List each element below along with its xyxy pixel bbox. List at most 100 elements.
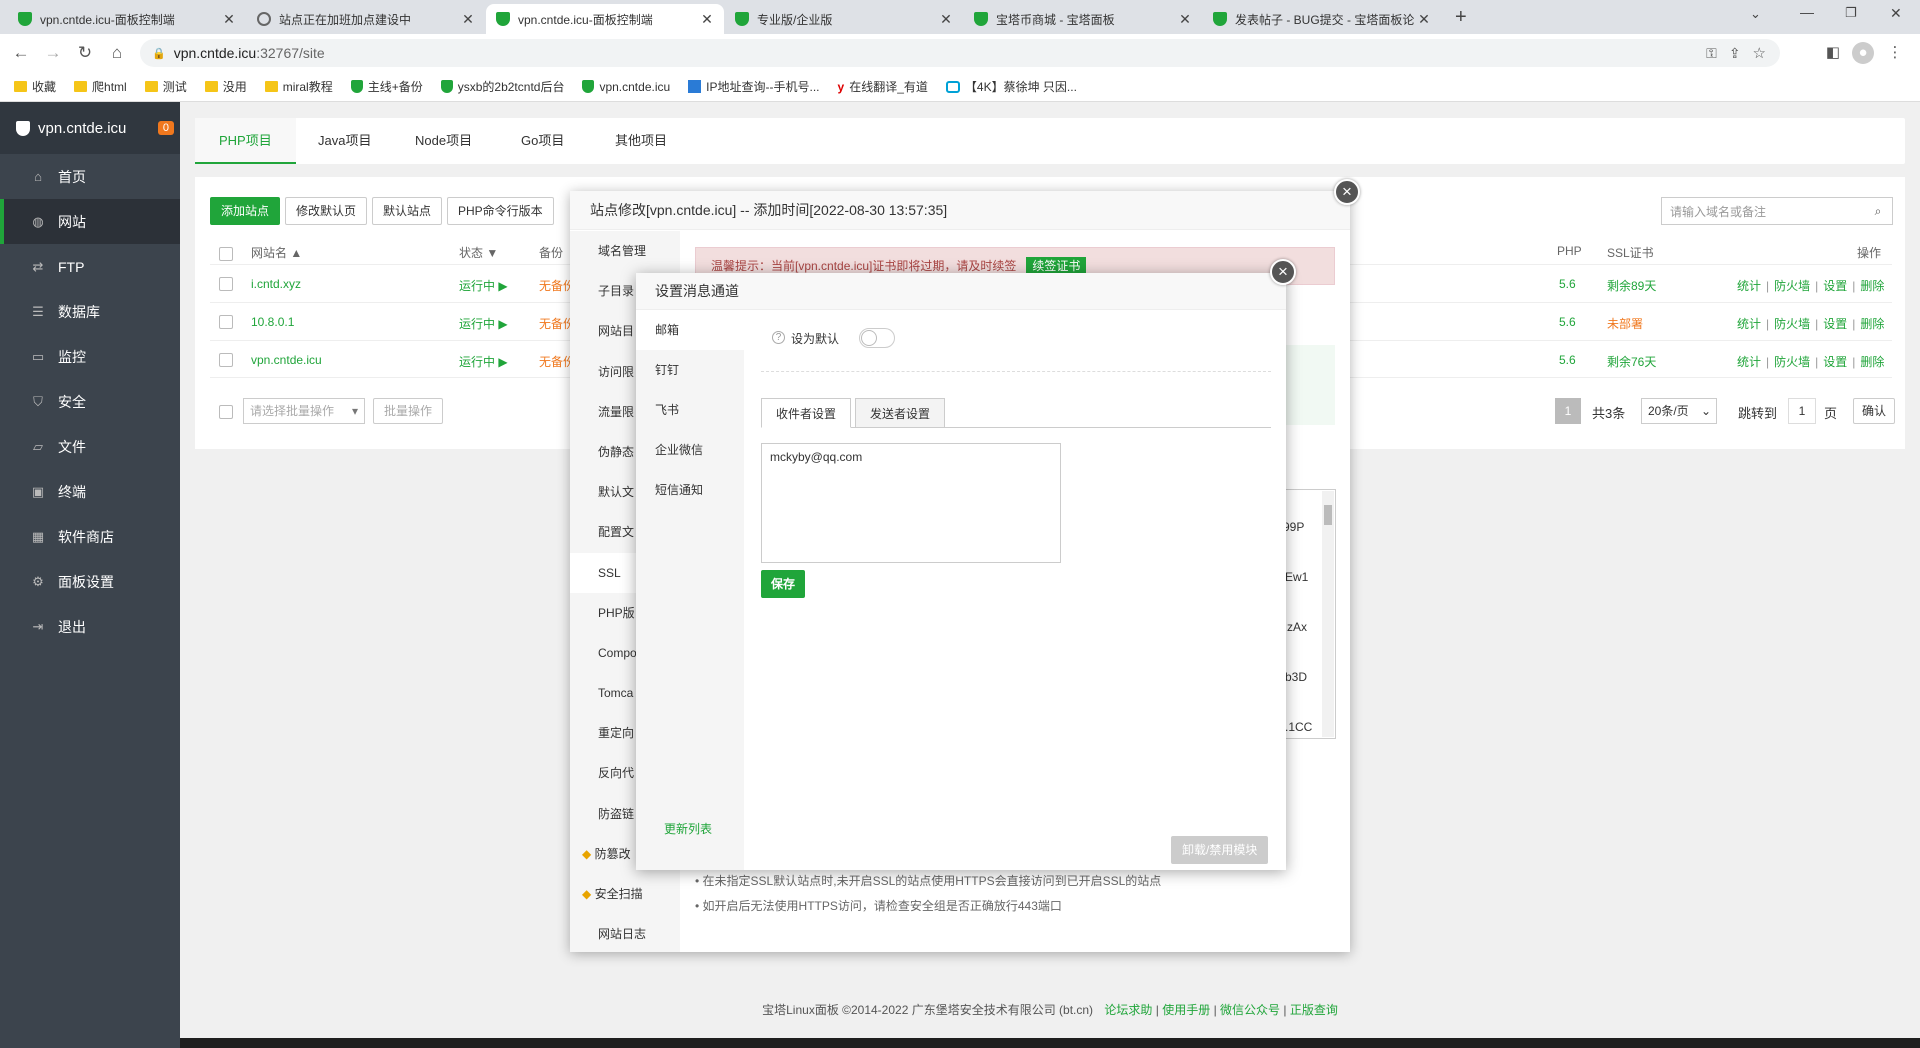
close-tab-icon[interactable]: ✕ (1417, 11, 1431, 28)
notification-badge[interactable]: 0 (157, 121, 174, 135)
site-php-version[interactable]: 5.6 (1559, 277, 1576, 291)
save-button[interactable]: 保存 (761, 570, 806, 598)
channel-email[interactable]: 邮箱 (636, 310, 744, 350)
add-site-button[interactable]: 添加站点 (210, 197, 281, 225)
browser-tab[interactable]: 宝塔币商城 - 宝塔面板 ✕ (964, 4, 1202, 34)
browser-tab-active[interactable]: vpn.cntde.icu-面板控制端 ✕ (486, 4, 724, 34)
settings-link[interactable]: 设置 (1823, 279, 1847, 293)
browser-tab[interactable]: 发表帖子 - BUG提交 - 宝塔面板论 ✕ (1203, 4, 1441, 34)
search-input[interactable]: 请输入域名或备注 ⌕ (1661, 197, 1893, 225)
delete-link[interactable]: 删除 (1860, 317, 1884, 331)
bookmark-item[interactable]: miral教程 (264, 78, 333, 95)
site-status[interactable]: 运行中 ▶ (459, 277, 508, 294)
pagination-current-page[interactable]: 1 (1555, 398, 1581, 424)
close-window-icon[interactable]: ✕ (1890, 5, 1902, 22)
footer-select-all-checkbox[interactable] (219, 405, 233, 419)
tab-php-projects[interactable]: PHP项目 (195, 118, 296, 164)
site-name-link[interactable]: 10.8.0.1 (251, 315, 294, 329)
close-site-modal-icon[interactable]: × (1334, 179, 1360, 205)
tab-node-projects[interactable]: Node项目 (391, 118, 496, 164)
browser-tab[interactable]: vpn.cntde.icu-面板控制端 ✕ (8, 4, 246, 34)
default-site-button[interactable]: 默认站点 (372, 197, 443, 225)
scrollbar-thumb[interactable] (1324, 505, 1332, 525)
stats-link[interactable]: 统计 (1737, 355, 1761, 369)
channel-dingtalk[interactable]: 钉钉 (636, 350, 744, 390)
forum-link[interactable]: 论坛求助 (1104, 1003, 1152, 1017)
close-tab-icon[interactable]: ✕ (1178, 11, 1192, 28)
site-php-version[interactable]: 5.6 (1559, 353, 1576, 367)
uninstall-module-button[interactable]: 卸载/禁用模块 (1171, 836, 1269, 864)
new-tab-button[interactable]: + (1455, 6, 1467, 29)
help-icon[interactable]: ? (772, 331, 785, 344)
site-status[interactable]: 运行中 ▶ (459, 315, 508, 332)
close-notify-modal-icon[interactable]: × (1270, 259, 1296, 285)
sidebar-item-website[interactable]: ◍ 网站 (0, 199, 180, 244)
row-checkbox[interactable] (219, 277, 233, 291)
restore-icon[interactable]: ❐ (1845, 5, 1857, 21)
search-icon[interactable]: ⌕ (1864, 204, 1892, 219)
bookmark-item[interactable]: IP地址查询--手机号... (688, 78, 820, 95)
url-input[interactable]: 🔒 vpn.cntde.icu:32767/site ⚿ ⇪ ☆ (140, 39, 1780, 67)
column-header-name[interactable]: 网站名 ▲ (251, 244, 302, 261)
tab-go-projects[interactable]: Go项目 (497, 118, 588, 164)
bookmark-item[interactable]: 测试 (144, 78, 187, 95)
sidebar-item-settings[interactable]: ⚙ 面板设置 (0, 559, 180, 604)
tab-other-projects[interactable]: 其他项目 (591, 118, 691, 164)
tab-search-icon[interactable]: ⌄ (1750, 6, 1761, 22)
tab-recipients[interactable]: 收件者设置 (761, 398, 852, 428)
firewall-link[interactable]: 防火墙 (1774, 355, 1810, 369)
delete-link[interactable]: 删除 (1860, 279, 1884, 293)
tab-sender[interactable]: 发送者设置 (855, 398, 946, 428)
batch-operation-select[interactable]: 请选择批量操作 ▾ (243, 398, 365, 424)
sidebar-item-store[interactable]: ▦ 软件商店 (0, 514, 180, 559)
site-ssl-status[interactable]: 剩余89天 (1607, 277, 1656, 294)
forward-icon[interactable]: → (42, 42, 64, 64)
edit-default-page-button[interactable]: 修改默认页 (285, 197, 368, 225)
bookmark-star-icon[interactable]: ☆ (1753, 44, 1766, 62)
nav-domain-management[interactable]: 域名管理 (570, 231, 680, 271)
tab-java-projects[interactable]: Java项目 (294, 118, 395, 164)
sidebar-item-terminal[interactable]: ▣ 终端 (0, 469, 180, 514)
row-checkbox[interactable] (219, 353, 233, 367)
select-all-checkbox[interactable] (219, 247, 233, 261)
lock-icon[interactable]: 🔒 (152, 47, 166, 60)
site-ssl-status[interactable]: 剩余76天 (1607, 353, 1656, 370)
site-ssl-status[interactable]: 未部署 (1607, 315, 1643, 332)
bookmark-item[interactable]: ysxb的2b2tcntd后台 (440, 78, 564, 95)
close-tab-icon[interactable]: ✕ (222, 11, 236, 28)
delete-link[interactable]: 删除 (1860, 355, 1884, 369)
sidebar-item-files[interactable]: ▱ 文件 (0, 424, 180, 469)
close-tab-icon[interactable]: ✕ (939, 11, 953, 28)
side-panel-icon[interactable]: ◧ (1822, 42, 1844, 64)
settings-link[interactable]: 设置 (1823, 355, 1847, 369)
sidebar-item-home[interactable]: ⌂ 首页 (0, 154, 180, 199)
bookmark-item[interactable]: 主线+备份 (350, 78, 423, 95)
jump-page-input[interactable]: 1 (1788, 398, 1816, 424)
browser-tab[interactable]: 站点正在加班加点建设中 ✕ (247, 4, 485, 34)
site-name-link[interactable]: i.cntd.xyz (251, 277, 301, 291)
site-name-link[interactable]: vpn.cntde.icu (251, 353, 322, 367)
share-icon[interactable]: ⇪ (1729, 45, 1741, 62)
channel-wecom[interactable]: 企业微信 (636, 430, 744, 470)
batch-operation-button[interactable]: 批量操作 (373, 398, 444, 424)
firewall-link[interactable]: 防火墙 (1774, 317, 1810, 331)
sidebar-item-security[interactable]: ⛉ 安全 (0, 379, 180, 424)
manual-link[interactable]: 使用手册 (1162, 1003, 1210, 1017)
close-tab-icon[interactable]: ✕ (461, 11, 475, 28)
reload-icon[interactable]: ↻ (74, 42, 96, 64)
nav-site-log[interactable]: 网站日志 (570, 914, 680, 954)
bookmark-item[interactable]: 【4K】蔡徐坤 只因... (945, 78, 1077, 95)
channel-sms[interactable]: 短信通知 (636, 470, 744, 510)
browser-tab[interactable]: 专业版/企业版 ✕ (725, 4, 963, 34)
recipients-textarea[interactable]: mckyby@qq.com (761, 443, 1061, 563)
scrollbar[interactable] (1322, 491, 1334, 737)
bookmark-item[interactable]: 爬html (74, 78, 127, 95)
sidebar-item-ftp[interactable]: ⇄ FTP (0, 244, 180, 289)
sidebar-item-monitor[interactable]: ▭ 监控 (0, 334, 180, 379)
site-php-version[interactable]: 5.6 (1559, 315, 1576, 329)
channel-feishu[interactable]: 飞书 (636, 390, 744, 430)
site-status[interactable]: 运行中 ▶ (459, 353, 508, 370)
firewall-link[interactable]: 防火墙 (1774, 279, 1810, 293)
close-tab-icon[interactable]: ✕ (700, 11, 714, 28)
update-list-link[interactable]: 更新列表 (664, 820, 712, 837)
